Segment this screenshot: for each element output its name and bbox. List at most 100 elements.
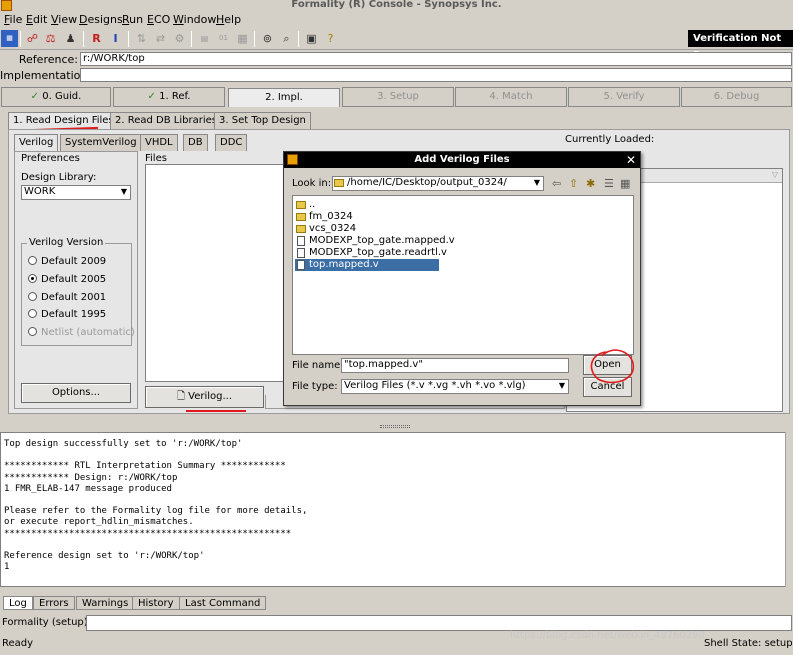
impl-icon[interactable]: I (107, 30, 124, 47)
pattern-icon[interactable]: ▤ (196, 30, 213, 47)
up-folder-icon[interactable]: ⇧ (569, 177, 578, 190)
tab-guidance[interactable]: ✓ 0. Guid. (1, 87, 111, 107)
list-item[interactable]: .. (295, 199, 315, 211)
list-item[interactable]: MODEXP_top_gate.readrtl.v (295, 247, 447, 259)
close-icon[interactable]: ✕ (626, 152, 636, 168)
verilog-browse-button[interactable]: 🗋 Verilog... (145, 386, 264, 408)
implementation-label: Implementation: (0, 69, 92, 82)
tab-vhdl[interactable]: VHDL (140, 134, 178, 151)
tab-verify[interactable]: 5. Verify (568, 87, 680, 107)
radio-default-2005[interactable]: Default 2005 (28, 273, 106, 287)
menu-eco[interactable]: ECO (147, 12, 170, 28)
toolbar-separator (20, 31, 21, 47)
match-icon[interactable]: ⇄ (152, 30, 169, 47)
folder-icon (296, 213, 306, 221)
toolbar-separator (128, 31, 129, 47)
options-button[interactable]: Options... (21, 383, 131, 403)
watermark: https://blog.csdn.net/weixin_48760298 (510, 630, 706, 641)
menu-designs[interactable]: Designs (79, 12, 123, 28)
tab-verilog[interactable]: Verilog (14, 134, 59, 151)
look-in-select[interactable]: /home/IC/Desktop/output_0324/ ▼ (332, 176, 544, 191)
red-circle-annotation (590, 349, 635, 384)
verify-icon[interactable]: ⚙ (171, 30, 188, 47)
bits-icon[interactable]: 01 (215, 30, 232, 47)
design-library-select[interactable]: WORK ▼ (21, 185, 131, 200)
report-icon[interactable]: ▣ (303, 30, 320, 47)
file-icon (297, 260, 305, 270)
look-in-label: Look in: (292, 178, 332, 189)
radio-default-2001[interactable]: Default 2001 (28, 291, 106, 305)
flow-icon[interactable]: ⇅ (133, 30, 150, 47)
command-input[interactable] (86, 615, 792, 631)
tab-reference[interactable]: ✓ 1. Ref. (113, 87, 225, 107)
implementation-field[interactable] (80, 68, 792, 82)
menu-help[interactable]: Help (216, 12, 241, 28)
toolbar-separator (254, 31, 255, 47)
dialog-title-bar[interactable]: Add Verilog Files ✕ (284, 152, 640, 168)
tab-match[interactable]: 4. Match (455, 87, 567, 107)
menu-run[interactable]: Run (122, 12, 143, 28)
compare-icon[interactable]: ⚖ (42, 30, 59, 47)
list-item[interactable]: fm_0324 (295, 211, 353, 223)
chevron-down-icon: ▼ (533, 178, 540, 187)
sort-icon[interactable]: ▽ (772, 170, 778, 179)
file-name-input[interactable]: "top.mapped.v" (341, 358, 569, 373)
back-icon[interactable]: ⇦ (552, 177, 561, 190)
tab-set-top-design[interactable]: 3. Set Top Design (214, 112, 311, 129)
tab-last-command[interactable]: Last Command (179, 596, 267, 610)
radio-netlist-automatic: Netlist (automatic) (28, 326, 135, 340)
red-annotation (186, 410, 246, 412)
file-name-label: File name: (292, 360, 344, 371)
folder-icon (334, 179, 344, 187)
detail-view-icon[interactable]: ▦ (620, 177, 630, 190)
tab-log[interactable]: Log (3, 596, 33, 610)
tab-read-db-libraries[interactable]: 2. Read DB Libraries (110, 112, 222, 129)
tab-implementation[interactable]: 2. Impl. (228, 88, 340, 107)
files-list[interactable] (145, 164, 284, 382)
add-verilog-files-dialog: Add Verilog Files ✕ Look in: /home/IC/De… (283, 151, 641, 406)
verification-status: Verification Not Run (688, 30, 793, 61)
console-scrollbar[interactable] (785, 432, 793, 587)
menu-view[interactable]: View (51, 12, 77, 28)
menu-file[interactable]: File (4, 12, 22, 28)
tab-db[interactable]: DB (183, 134, 208, 151)
check-icon: ✓ (147, 91, 160, 102)
binoculars-icon[interactable]: ⊚ (259, 30, 276, 47)
tab-read-design-files[interactable]: 1. Read Design Files (8, 112, 119, 129)
splitter-handle[interactable] (380, 425, 410, 428)
menu-window[interactable]: Window (173, 12, 216, 28)
file-browser-list[interactable]: .. fm_0324 vcs_0324 MODEXP_top_gate.mapp… (292, 195, 634, 355)
list-item[interactable]: vcs_0324 (295, 223, 356, 235)
list-item-selected[interactable]: top.mapped.v (295, 259, 439, 271)
toolbar-separator (191, 31, 192, 47)
radio-icon (28, 309, 37, 318)
tab-history[interactable]: History (132, 596, 180, 610)
reference-field[interactable]: r:/WORK/top (80, 52, 792, 66)
tab-warnings[interactable]: Warnings (76, 596, 135, 610)
files-label: Files (145, 153, 167, 164)
radio-default-1995[interactable]: Default 1995 (28, 308, 106, 322)
toolbar: ▦ ☍ ⚖ ♟ R I ⇅ ⇄ ⚙ ▤ 01 ▦ ⊚ ⌕ ▣ ? (0, 28, 793, 50)
tab-ddc[interactable]: DDC (215, 134, 248, 151)
folder-icon (296, 201, 306, 209)
hierarchy-icon[interactable]: ☍ (24, 30, 41, 47)
tab-setup[interactable]: 3. Setup (342, 87, 454, 107)
tab-systemverilog[interactable]: SystemVerilog (60, 134, 142, 151)
menu-bar: File Edit View Designs Run ECO Window He… (0, 12, 793, 28)
radio-default-2009[interactable]: Default 2009 (28, 255, 106, 269)
list-item[interactable]: MODEXP_top_gate.mapped.v (295, 235, 455, 247)
radio-icon (28, 256, 37, 265)
menu-edit[interactable]: Edit (26, 12, 47, 28)
new-folder-icon[interactable]: ✱ (586, 177, 595, 190)
find-icon[interactable]: ⌕ (278, 30, 295, 47)
list-view-icon[interactable]: ☰ (604, 177, 614, 190)
tab-errors[interactable]: Errors (33, 596, 75, 610)
design-icon[interactable]: ▦ (1, 30, 18, 47)
file-type-select[interactable]: Verilog Files (*.v *.vg *.vh *.vo *.vlg)… (341, 379, 569, 394)
help-icon[interactable]: ? (322, 30, 339, 47)
toolbar-separator (298, 31, 299, 47)
table-icon[interactable]: ▦ (234, 30, 251, 47)
tab-debug[interactable]: 6. Debug (681, 87, 792, 107)
ref-icon[interactable]: R (88, 30, 105, 47)
schematic-icon[interactable]: ♟ (62, 30, 79, 47)
